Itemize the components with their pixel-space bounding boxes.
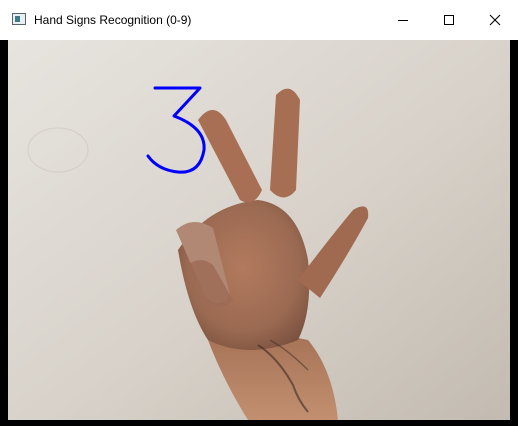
camera-view: 3: [8, 40, 510, 420]
maximize-button[interactable]: [426, 0, 472, 40]
minimize-button[interactable]: [380, 0, 426, 40]
window-title: Hand Signs Recognition (0-9): [34, 13, 192, 27]
camera-frame: 3: [8, 40, 510, 420]
minimize-icon: [398, 20, 408, 21]
title-bar[interactable]: Hand Signs Recognition (0-9): [0, 0, 518, 40]
maximize-icon: [444, 15, 454, 25]
app-window-icon: [12, 13, 26, 25]
close-icon: [489, 14, 501, 26]
close-button[interactable]: [472, 0, 518, 40]
app-window: Hand Signs Recognition (0-9): [0, 0, 518, 426]
